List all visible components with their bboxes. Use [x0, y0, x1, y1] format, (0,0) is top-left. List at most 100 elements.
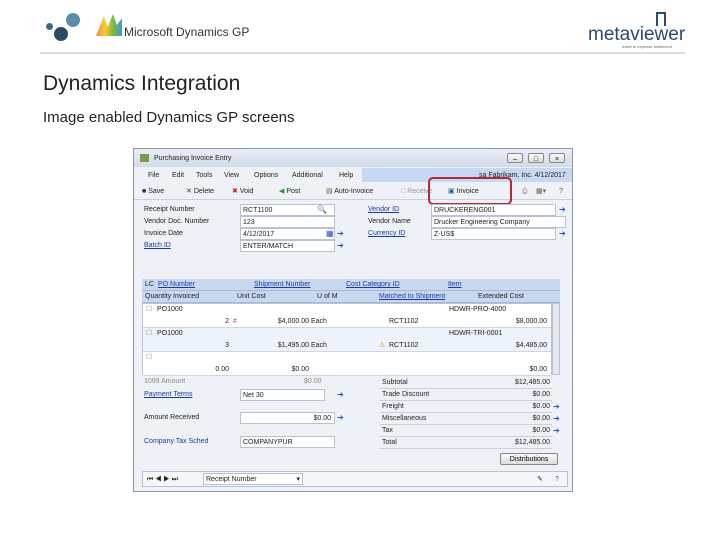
unit-cost: $4,000.00 [277, 318, 309, 325]
payment-terms-link[interactable]: Payment Terms [144, 389, 193, 400]
shipment: RCT1102 [389, 318, 419, 325]
amount-received-field[interactable]: $0.00 [240, 412, 335, 424]
menu-tools[interactable]: Tools [196, 170, 212, 181]
tax-amount-value: $0.00 [304, 378, 322, 385]
slide-title: Dynamics Integration [43, 72, 241, 95]
unit-cost: $1,495.00 [277, 342, 309, 349]
table-row[interactable]: ☐ 0.00 $0.00 $0.00 [143, 352, 551, 376]
row-checkbox[interactable]: ☐ [146, 328, 152, 339]
menu-help[interactable]: Help [339, 170, 353, 181]
lookup-icon[interactable]: 🔍 [317, 205, 327, 215]
total-label: Freight [382, 403, 404, 410]
help-icon[interactable]: ? [555, 474, 559, 485]
menu-additional[interactable]: Additional [292, 170, 323, 181]
title-bar: Purchasing Invoice Entry – □ × [134, 149, 572, 167]
currency-id-link[interactable]: Currency ID [368, 228, 405, 239]
arrow-icon[interactable]: ➔ [337, 241, 344, 251]
minimize-button[interactable]: – [507, 153, 523, 163]
arrow-icon[interactable]: ➔ [337, 229, 344, 239]
table-row[interactable]: ☐ PO1000 HDWR-PRO-4000 2 ≠ $4,000.00 Eac… [143, 304, 551, 328]
void-button[interactable]: ✖ Void [232, 186, 253, 197]
status-bar: ⏮ ◀ ▶ ⏭ Receipt Number ▾ ✎ ? [142, 471, 568, 487]
grid-scrollbar[interactable] [552, 303, 560, 375]
logo-dot [46, 23, 53, 30]
delete-icon: ✕ [186, 188, 192, 195]
arrow-icon[interactable]: ➔ [337, 390, 344, 400]
total-label: Total [382, 439, 397, 446]
arrow-icon[interactable]: ➔ [337, 413, 344, 423]
total-row: Miscellaneous $0.00 [380, 413, 552, 425]
close-button[interactable]: × [549, 153, 565, 163]
ms-logo-text: Microsoft Dynamics GP [124, 25, 250, 39]
auto-invoice-button[interactable]: ▤ Auto-Invoice [326, 186, 373, 197]
help-icon[interactable]: ? [559, 186, 563, 197]
total-row: Tax $0.00 [380, 425, 552, 437]
col-lc: LC [145, 281, 154, 288]
menu-file[interactable]: File [148, 170, 159, 181]
quantity: 0.00 [215, 366, 229, 373]
purchasing-invoice-window: Purchasing Invoice Entry – □ × File Edit… [133, 148, 573, 492]
arrow-icon[interactable]: ➔ [553, 426, 560, 436]
tax-amount-label: 1099 Amount [144, 378, 186, 385]
total-label: Trade Discount [382, 391, 430, 398]
arrow-icon[interactable]: ➔ [553, 414, 560, 424]
grid-header-2: Quantity Invoiced Unit Cost U of M Match… [142, 291, 560, 303]
post-button[interactable]: ◀ Post [279, 186, 300, 197]
total-row: Freight $0.00 [380, 401, 552, 413]
batch-id-field[interactable]: ENTER/MATCH [240, 240, 335, 252]
delete-button[interactable]: ✕ Delete [186, 186, 214, 197]
payment-terms-field[interactable]: Net 30 [240, 389, 325, 401]
tax-schedule-label: Company Tax Sched [144, 438, 209, 445]
maximize-button[interactable]: □ [528, 153, 544, 163]
table-row[interactable]: ☐ PO1000 HDWR-TRI-0001 3 ⚠ $1,495.00 Eac… [143, 328, 551, 352]
tax-schedule-field[interactable]: COMPANYPUR [240, 436, 335, 448]
batch-id-link[interactable]: Batch ID [144, 240, 171, 251]
arrow-icon[interactable]: ➔ [553, 402, 560, 412]
calendar-icon[interactable]: ▦ [326, 229, 334, 239]
vendor-id-field[interactable]: DRUCKERENG001 [431, 204, 556, 216]
row-checkbox[interactable]: ☐ [146, 352, 152, 363]
menu-edit[interactable]: Edit [172, 170, 184, 181]
total-value: $12,485.00 [514, 439, 550, 446]
warning-icon: ⚠ [379, 342, 386, 349]
options-icon[interactable]: ▦▾ [536, 186, 546, 197]
receipt-number-label: Receipt Number [144, 206, 195, 213]
arrow-icon[interactable]: ➔ [559, 205, 566, 215]
menu-view[interactable]: View [224, 170, 239, 181]
total-row: Subtotal $12,485.00 [380, 377, 552, 389]
invoice-date-field[interactable]: 4/12/2017 [240, 228, 335, 240]
vendor-id-link[interactable]: Vendor ID [368, 204, 399, 215]
menu-options[interactable]: Options [254, 170, 278, 181]
save-button[interactable]: ■ Save [142, 186, 164, 197]
po-number: PO1000 [157, 330, 183, 337]
print-icon[interactable]: ⎙ [522, 186, 528, 197]
col-shipment-number[interactable]: Shipment Number [254, 279, 310, 290]
save-icon: ■ [142, 188, 147, 195]
shipment: RCT1102 [389, 342, 419, 349]
distributions-button[interactable]: Distributions [500, 453, 558, 465]
logo-dot [54, 27, 68, 41]
grid-header-1: LC PO Number Shipment Number Cost Catego… [142, 279, 560, 291]
vendor-name-field[interactable]: Drucker Engineering Company [431, 216, 566, 228]
row-checkbox[interactable]: ☐ [146, 304, 152, 315]
col-po-number[interactable]: PO Number [158, 279, 195, 290]
currency-id-field[interactable]: Z-US$ [431, 228, 556, 240]
quantity: 3 [225, 342, 229, 349]
invoice-date-label: Invoice Date [144, 230, 183, 237]
col-item[interactable]: Item [448, 279, 462, 290]
header-divider [40, 52, 685, 54]
vendor-doc-field[interactable]: 123 [240, 216, 335, 228]
extended-cost: $0.00 [529, 366, 547, 373]
total-label: Miscellaneous [382, 415, 427, 422]
col-unit-cost: Unit Cost [237, 293, 266, 300]
ms-logo-icon [96, 14, 122, 36]
metaviewer-icon [656, 12, 666, 26]
sort-select[interactable]: Receipt Number ▾ [203, 473, 303, 485]
col-matched[interactable]: Matched to Shipment [379, 291, 445, 302]
col-cost-category[interactable]: Cost Category ID [346, 279, 400, 290]
note-icon[interactable]: ✎ [537, 474, 543, 485]
receive-icon: □ [401, 188, 406, 195]
record-nav-buttons[interactable]: ⏮ ◀ ▶ ⏭ [147, 474, 178, 485]
vendor-doc-label: Vendor Doc. Number [144, 218, 210, 225]
arrow-icon[interactable]: ➔ [559, 229, 566, 239]
